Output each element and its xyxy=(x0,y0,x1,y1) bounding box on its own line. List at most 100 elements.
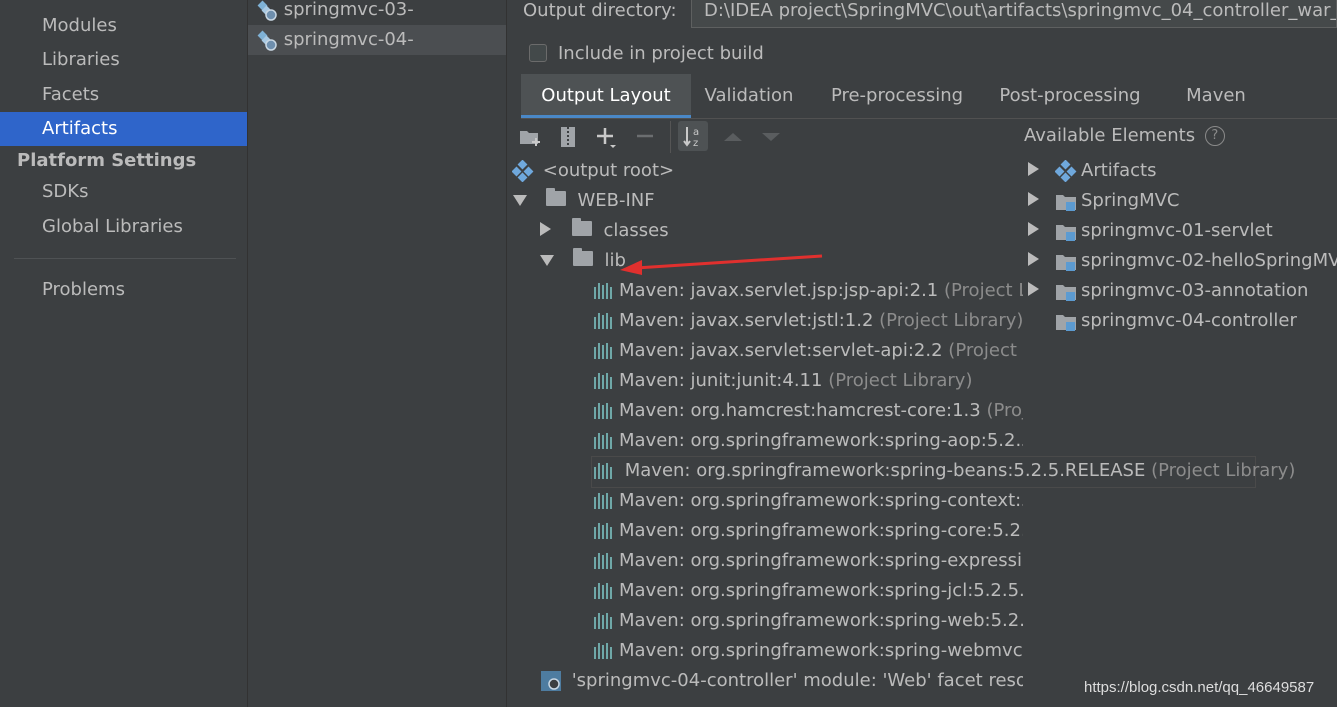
maven-library-icon xyxy=(593,463,615,479)
library-item[interactable]: Maven: org.springframework:spring-webmvc… xyxy=(593,636,1023,666)
maven-library-icon xyxy=(593,343,615,359)
tree-label: WEB-INF xyxy=(577,190,655,211)
available-item-label: Artifacts xyxy=(1081,160,1157,181)
library-item[interactable]: Maven: org.springframework:spring-web:5.… xyxy=(593,606,1023,636)
sidebar-item-global-libraries[interactable]: Global Libraries xyxy=(0,210,247,244)
tree-output-root[interactable]: <output root> xyxy=(511,156,675,186)
collapsed-arrow-icon[interactable] xyxy=(1028,252,1039,266)
maven-library-icon xyxy=(593,493,615,509)
library-name: Maven: javax.servlet.jsp:jsp-api:2.1 xyxy=(619,280,939,301)
war-artifact-icon xyxy=(257,0,277,21)
tree-label: classes xyxy=(603,220,669,241)
help-icon[interactable]: ? xyxy=(1204,126,1225,146)
library-item[interactable]: Maven: org.springframework:spring-core:5… xyxy=(593,516,1023,546)
available-item[interactable]: SpringMVC xyxy=(1024,186,1180,216)
sidebar-item-label: Artifacts xyxy=(42,118,118,139)
module-icon xyxy=(1056,255,1076,271)
tab-maven[interactable]: Maven xyxy=(1169,74,1263,118)
library-item[interactable]: Maven: org.springframework:spring-jcl:5.… xyxy=(593,576,1023,606)
library-item[interactable]: Maven: javax.servlet.jsp:jsp-api:2.1 (Pr… xyxy=(593,276,1023,306)
library-suffix: (Project Libr xyxy=(948,340,1023,361)
tree-label: <output root> xyxy=(542,160,675,181)
collapsed-arrow-icon[interactable] xyxy=(1028,192,1039,206)
artifact-item-selected[interactable]: springmvc-04-controller:w xyxy=(248,25,506,55)
maven-library-icon xyxy=(593,403,615,419)
artifact-label: springmvc-04-controller:w xyxy=(283,29,414,50)
tree-facet-resource[interactable]: 'springmvc-04-controller' module: 'Web' … xyxy=(540,666,1023,696)
library-item[interactable]: Maven: javax.servlet:servlet-api:2.2 (Pr… xyxy=(593,336,1023,366)
maven-library-icon xyxy=(593,283,615,299)
library-item[interactable]: Maven: junit:junit:4.11 (Project Library… xyxy=(593,366,972,396)
tree-classes[interactable]: classes xyxy=(540,216,669,246)
tab-validation[interactable]: Validation xyxy=(699,74,799,118)
sidebar-item-label: Problems xyxy=(42,279,125,300)
library-name: Maven: org.springframework:spring-core:5… xyxy=(619,520,1023,541)
collapsed-arrow-icon[interactable] xyxy=(1028,222,1039,236)
available-item-label: springmvc-02-helloSpringMV xyxy=(1081,250,1337,271)
available-item[interactable]: springmvc-01-servlet xyxy=(1024,216,1273,246)
available-item-label: springmvc-01-servlet xyxy=(1081,220,1273,241)
sidebar-item-label: Modules xyxy=(42,15,117,36)
library-suffix: (Project Library) xyxy=(879,310,1023,331)
output-directory-field[interactable]: D:\IDEA project\SpringMVC\out\artifacts\… xyxy=(691,0,1337,28)
collapsed-arrow-icon[interactable] xyxy=(1028,162,1039,176)
expanded-arrow-icon[interactable] xyxy=(513,195,527,206)
archive-icon[interactable] xyxy=(555,124,581,150)
move-up-icon[interactable] xyxy=(720,124,746,150)
sidebar-item-libraries[interactable]: Libraries xyxy=(0,43,247,77)
create-directory-icon[interactable] xyxy=(517,124,543,150)
sidebar-item-problems[interactable]: Problems xyxy=(0,273,247,307)
library-name: Maven: org.hamcrest:hamcrest-core:1.3 xyxy=(619,400,981,421)
sort-icon[interactable]: az xyxy=(678,121,708,151)
platform-settings-heading: Platform Settings xyxy=(17,150,197,171)
expanded-arrow-icon[interactable] xyxy=(540,255,554,266)
available-item-label: SpringMVC xyxy=(1081,190,1180,211)
sidebar-item-sdks[interactable]: SDKs xyxy=(0,175,247,209)
library-item[interactable]: Maven: javax.servlet:jstl:1.2 (Project L… xyxy=(593,306,1023,336)
tab-output-layout[interactable]: Output Layout xyxy=(521,74,691,118)
tree-web-inf[interactable]: WEB-INF xyxy=(513,186,655,216)
library-name: Maven: org.springframework:spring-contex… xyxy=(619,490,1023,511)
folder-icon xyxy=(572,248,593,266)
library-name: Maven: javax.servlet:jstl:1.2 xyxy=(619,310,874,331)
collapsed-arrow-icon[interactable] xyxy=(1028,282,1039,296)
available-item[interactable]: springmvc-03-annotation xyxy=(1024,276,1308,306)
module-icon xyxy=(1056,315,1076,331)
module-icon xyxy=(1056,225,1076,241)
include-build-checkbox[interactable] xyxy=(529,44,547,62)
remove-icon[interactable] xyxy=(632,124,658,150)
maven-library-icon xyxy=(593,433,615,449)
available-item[interactable]: springmvc-02-helloSpringMV xyxy=(1024,246,1337,276)
move-down-icon[interactable] xyxy=(758,124,784,150)
library-item[interactable]: Maven: org.springframework:spring-contex… xyxy=(593,486,1023,516)
watermark-text: https://blog.csdn.net/qq_46649587 xyxy=(1084,679,1315,696)
library-name: Maven: javax.servlet:servlet-api:2.2 xyxy=(619,340,943,361)
sidebar-item-modules[interactable]: Modules xyxy=(0,9,247,43)
artifact-icon xyxy=(1054,159,1077,183)
library-suffix: (Projec xyxy=(986,400,1023,421)
add-icon[interactable] xyxy=(593,124,619,150)
library-name: Maven: org.springframework:spring-aop:5.… xyxy=(619,430,1023,451)
library-item[interactable]: Maven: org.hamcrest:hamcrest-core:1.3 (P… xyxy=(593,396,1023,426)
maven-library-icon xyxy=(593,613,615,629)
folder-icon xyxy=(545,188,566,206)
library-name: Maven: org.springframework:spring-web:5.… xyxy=(619,610,1023,631)
available-item[interactable]: springmvc-04-controller xyxy=(1024,306,1297,336)
tab-post-processing[interactable]: Post-processing xyxy=(995,74,1145,118)
artifact-label: springmvc-03-annotation: xyxy=(283,0,414,20)
sidebar-item-artifacts[interactable]: Artifacts xyxy=(0,112,247,146)
collapsed-arrow-icon[interactable] xyxy=(540,222,551,236)
war-artifact-icon xyxy=(257,30,277,51)
artifact-item[interactable]: springmvc-03-annotation: xyxy=(248,0,506,25)
tab-pre-processing[interactable]: Pre-processing xyxy=(827,74,967,118)
library-item[interactable]: Maven: org.springframework:spring-aop:5.… xyxy=(593,426,1023,456)
artifact-tabs: Output Layout Validation Pre-processing … xyxy=(521,74,1337,119)
available-item-label: springmvc-03-annotation xyxy=(1081,280,1309,301)
library-name: Maven: junit:junit:4.11 xyxy=(619,370,823,391)
sidebar-item-label: Global Libraries xyxy=(42,216,183,237)
sidebar-item-facets[interactable]: Facets xyxy=(0,78,247,112)
available-item[interactable]: Artifacts xyxy=(1024,156,1156,186)
tree-label: 'springmvc-04-controller' module: 'Web' … xyxy=(571,670,1023,691)
library-item[interactable]: Maven: org.springframework:spring-expres… xyxy=(593,546,1023,576)
toolbar-divider xyxy=(670,121,671,153)
